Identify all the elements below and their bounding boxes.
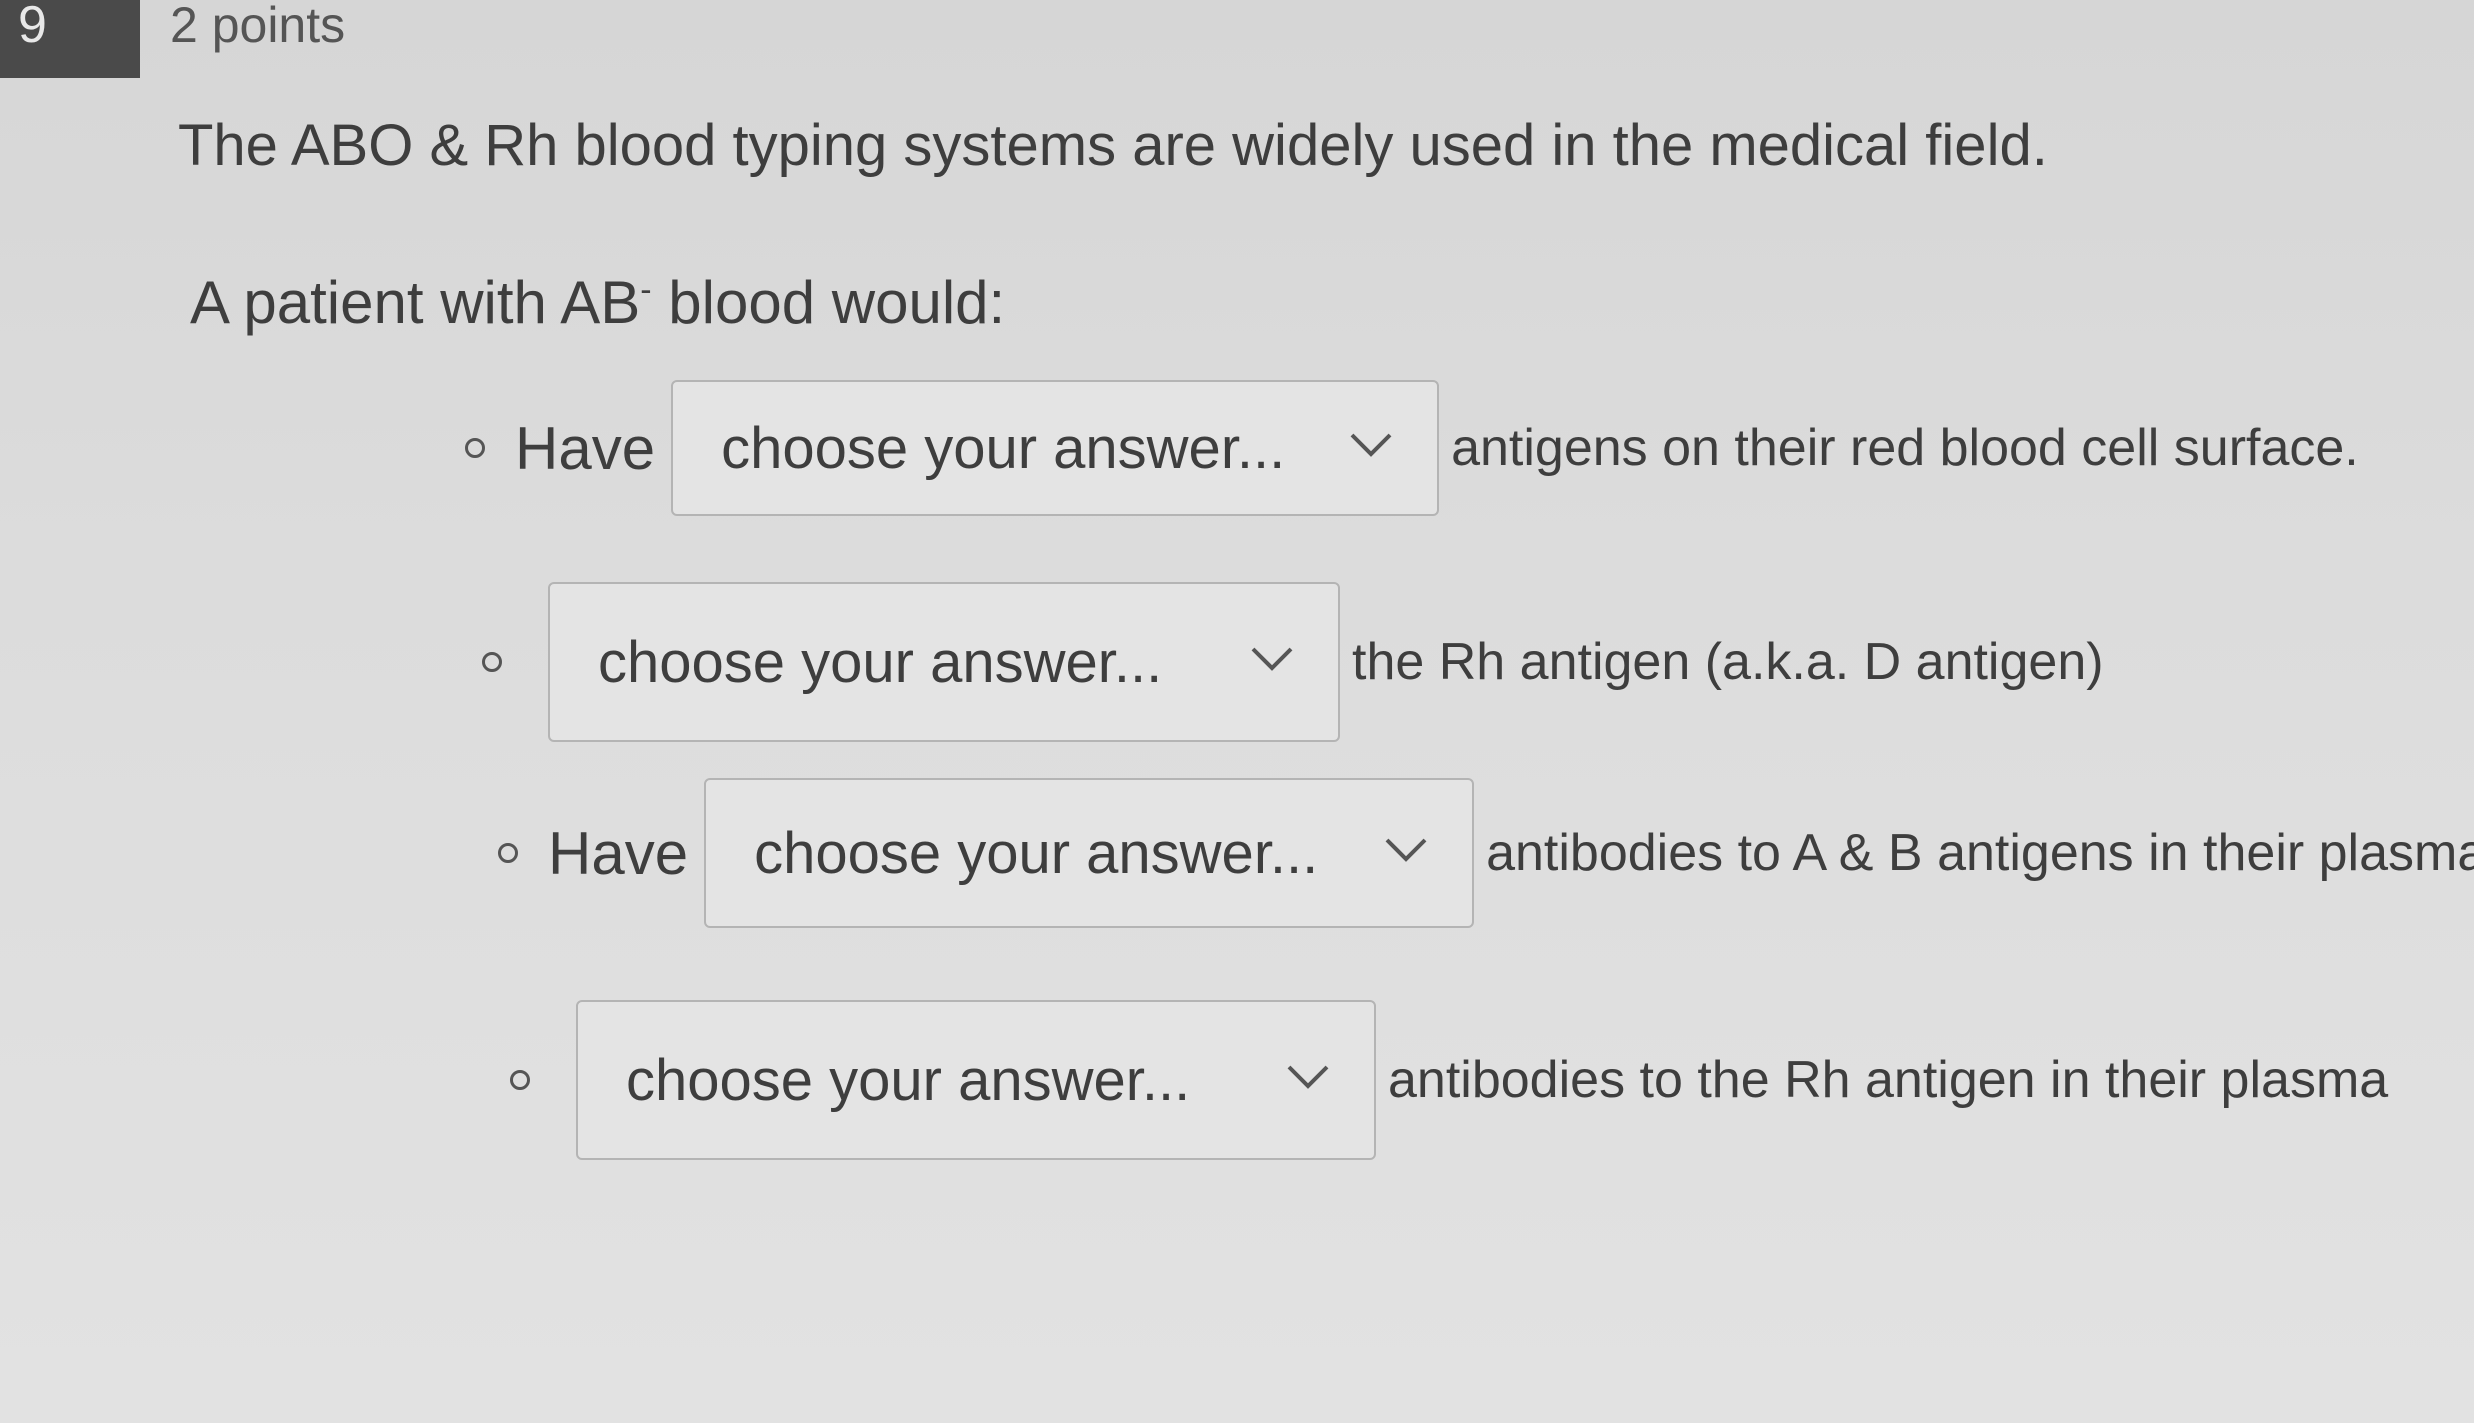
list-item: Have choose your answer... antibodies to…: [498, 778, 2474, 928]
answer-dropdown-1[interactable]: choose your answer...: [671, 380, 1440, 516]
dropdown-value: choose your answer...: [754, 820, 1319, 886]
item-suffix: antibodies to the Rh antigen in their pl…: [1388, 1051, 2389, 1109]
lead-text: A patient with AB: [190, 269, 641, 336]
bullet-icon: [465, 438, 485, 458]
item-prefix: Have: [515, 414, 656, 482]
answer-dropdown-3[interactable]: choose your answer...: [704, 778, 1475, 928]
list-item: choose your answer... antibodies to the …: [510, 1000, 2388, 1160]
bullet-icon: [498, 843, 518, 863]
answer-dropdown-4[interactable]: choose your answer...: [576, 1000, 1376, 1160]
question-number-badge: 9: [0, 0, 140, 78]
item-suffix: antibodies to A & B antigens in their pl…: [1486, 824, 2474, 882]
lead-suffix: blood would:: [668, 269, 1006, 336]
list-item: choose your answer... the Rh antigen (a.…: [482, 582, 2104, 742]
bullet-icon: [510, 1070, 530, 1090]
question-prompt: The ABO & Rh blood typing systems are wi…: [178, 113, 2048, 178]
dropdown-value: choose your answer...: [598, 629, 1163, 695]
chevron-down-icon: [1350, 433, 1392, 457]
bullet-icon: [482, 652, 502, 672]
chevron-down-icon: [1251, 647, 1293, 671]
dropdown-value: choose your answer...: [626, 1047, 1191, 1113]
list-item: Have choose your answer... antigens on t…: [465, 380, 2359, 516]
dropdown-value: choose your answer...: [721, 415, 1286, 481]
chevron-down-icon: [1385, 838, 1427, 862]
item-suffix: the Rh antigen (a.k.a. D antigen): [1352, 633, 2104, 691]
quiz-page: 9 2 points The ABO & Rh blood typing sys…: [0, 0, 2474, 1423]
answer-dropdown-2[interactable]: choose your answer...: [548, 582, 1340, 742]
chevron-down-icon: [1287, 1065, 1329, 1089]
question-lead: A patient with AB- blood would:: [190, 268, 1005, 337]
item-suffix: antigens on their red blood cell surface…: [1451, 419, 2359, 477]
item-prefix: Have: [548, 819, 689, 887]
question-points: 2 points: [170, 0, 346, 53]
lead-superscript: -: [640, 271, 652, 309]
